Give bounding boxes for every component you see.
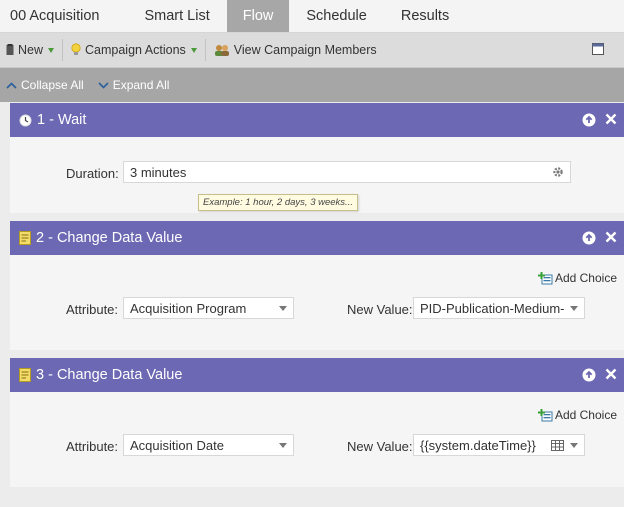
duration-input[interactable]: 3 minutes	[123, 161, 571, 183]
new-value-label: New Value:	[347, 302, 413, 317]
chevron-down-icon	[570, 306, 578, 311]
expand-all-button[interactable]: Expand All	[98, 78, 170, 92]
change-data-icon	[19, 231, 31, 245]
step-body: Add Choice Attribute: Acquisition Date N…	[10, 392, 624, 487]
add-choice-icon	[537, 408, 553, 421]
gear-icon[interactable]	[552, 166, 564, 178]
move-up-icon[interactable]	[582, 113, 596, 127]
attribute-value: Acquisition Date	[130, 437, 224, 453]
flow-step-change-data-value: 3 - Change Data Value Add Choice Attribu…	[10, 358, 624, 487]
flow-step-wait: 1 - Wait Duration: 3 minutes Example: 1 …	[10, 103, 624, 213]
new-icon	[6, 44, 14, 56]
duration-value: 3 minutes	[130, 164, 187, 180]
duration-label: Duration:	[66, 166, 119, 181]
view-campaign-members-button[interactable]: View Campaign Members	[208, 33, 383, 67]
collapse-all-label: Collapse All	[21, 78, 84, 92]
chevron-down-icon	[48, 47, 55, 53]
toolbar: New Campaign Actions View Campaign Membe…	[0, 33, 624, 68]
clock-icon	[19, 114, 32, 127]
tab-program[interactable]: 00 Acquisition	[0, 0, 127, 32]
step-body: Add Choice Attribute: Acquisition Progra…	[10, 255, 624, 350]
chevron-down-icon	[570, 443, 578, 448]
calendar-icon[interactable]	[551, 440, 564, 451]
people-icon	[214, 44, 230, 57]
chevron-down-icon	[279, 443, 287, 448]
tab-flow[interactable]: Flow	[226, 0, 290, 32]
toolbar-divider	[204, 39, 206, 61]
expand-icon	[98, 81, 109, 89]
campaign-actions-label: Campaign Actions	[85, 43, 186, 57]
attribute-value: Acquisition Program	[130, 300, 247, 316]
attribute-label: Attribute:	[66, 439, 119, 454]
close-icon[interactable]	[605, 231, 617, 243]
tab-schedule[interactable]: Schedule	[289, 0, 383, 32]
new-value-select[interactable]: PID-Publication-Medium-	[413, 297, 585, 319]
new-value: PID-Publication-Medium-	[420, 300, 565, 316]
new-value: {{system.dateTime}}	[420, 437, 536, 453]
attribute-select[interactable]: Acquisition Date	[123, 434, 294, 456]
close-icon[interactable]	[605, 113, 617, 125]
view-campaign-members-label: View Campaign Members	[233, 43, 377, 57]
tab-bar: 00 Acquisition Smart List Flow Schedule …	[0, 0, 624, 33]
close-icon[interactable]	[605, 368, 617, 380]
expand-all-label: Expand All	[112, 78, 170, 92]
collapse-icon	[6, 81, 17, 89]
move-up-icon[interactable]	[582, 231, 596, 245]
add-choice-button[interactable]: Add Choice	[537, 408, 617, 422]
step-title: 1 - Wait	[37, 112, 87, 128]
move-up-icon[interactable]	[582, 368, 596, 382]
add-choice-label: Add Choice	[554, 271, 617, 285]
collapse-all-button[interactable]: Collapse All	[6, 78, 84, 92]
collapse-expand-bar: Collapse All Expand All	[0, 68, 624, 102]
step-header[interactable]: 3 - Change Data Value	[10, 358, 624, 392]
step-header[interactable]: 2 - Change Data Value	[10, 221, 624, 255]
step-body: Duration: 3 minutes Example: 1 hour, 2 d…	[10, 137, 624, 213]
window-icon[interactable]	[592, 43, 604, 58]
add-choice-label: Add Choice	[554, 408, 617, 422]
lightbulb-icon	[71, 43, 81, 57]
attribute-select[interactable]: Acquisition Program	[123, 297, 294, 319]
campaign-actions-button[interactable]: Campaign Actions	[65, 33, 203, 67]
new-value-label: New Value:	[347, 439, 413, 454]
add-choice-button[interactable]: Add Choice	[537, 271, 617, 285]
flow-step-change-data-value: 2 - Change Data Value Add Choice Attribu…	[10, 221, 624, 350]
step-title: 3 - Change Data Value	[36, 367, 183, 383]
new-button[interactable]: New	[0, 33, 60, 67]
step-title: 2 - Change Data Value	[36, 230, 183, 246]
duration-tooltip: Example: 1 hour, 2 days, 3 weeks...	[198, 194, 358, 211]
toolbar-divider	[62, 39, 64, 61]
tab-smart-list[interactable]: Smart List	[127, 0, 226, 32]
add-choice-icon	[537, 271, 553, 284]
chevron-down-icon	[279, 306, 287, 311]
new-value-select[interactable]: {{system.dateTime}}	[413, 434, 585, 456]
attribute-label: Attribute:	[66, 302, 119, 317]
chevron-down-icon	[190, 47, 197, 53]
tab-results[interactable]: Results	[384, 0, 466, 32]
new-label: New	[18, 43, 44, 57]
change-data-icon	[19, 368, 31, 382]
step-header[interactable]: 1 - Wait	[10, 103, 624, 137]
